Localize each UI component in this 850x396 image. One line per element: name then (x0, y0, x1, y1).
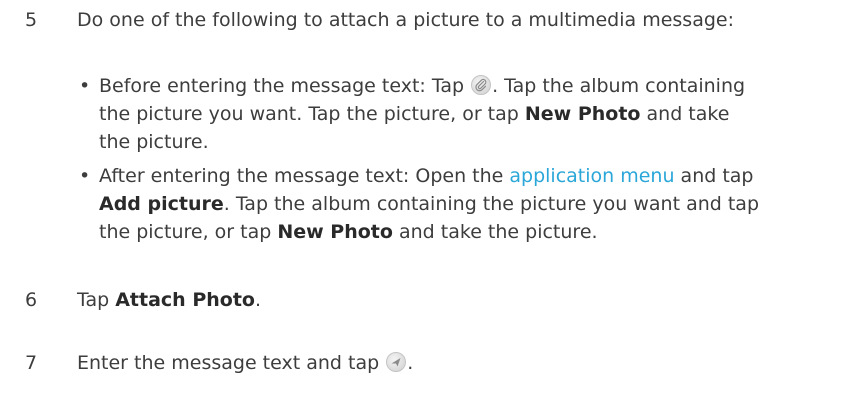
bullet-text: Before entering the message text: Tap . … (99, 72, 844, 156)
paperclip-icon[interactable] (471, 75, 492, 95)
text-segment: Enter the message text and tap (77, 352, 386, 374)
application-menu-link[interactable]: application menu (509, 165, 674, 187)
text-segment: . Tap the album containing (492, 75, 746, 97)
bullet-line: the picture, or tap New Photo and take t… (99, 218, 844, 246)
bullet-line: the picture. (99, 131, 209, 153)
step-text: Do one of the following to attach a pict… (77, 9, 734, 31)
send-icon[interactable] (386, 352, 407, 372)
text-segment: and take the picture. (392, 221, 598, 243)
bullet-line: Add picture. Tap the album containing th… (99, 190, 844, 218)
new-photo-label: New Photo (524, 103, 641, 125)
add-picture-label: Add picture (99, 193, 224, 215)
text-segment: . (254, 289, 262, 311)
text-segment: the picture you want. Tap the picture, o… (99, 103, 525, 125)
text-segment: the picture, or tap (99, 221, 278, 243)
text-segment: . (407, 352, 414, 374)
new-photo-label: New Photo (277, 221, 393, 243)
step-text: Enter the message text and tap . (77, 349, 413, 377)
attach-photo-label: Attach Photo (115, 289, 255, 311)
bullet-line: After entering the message text: Open th… (99, 162, 844, 190)
text-segment: After entering the message text: Open th… (99, 165, 510, 187)
bullet-dot: • (79, 75, 91, 97)
text-segment: . Tap the album containing the picture y… (223, 193, 760, 215)
step-number: 7 (25, 352, 38, 374)
text-segment: Before entering the message text: Tap (99, 75, 471, 97)
bullet-line: Before entering the message text: Tap . … (99, 72, 844, 100)
bullet-line: the picture you want. Tap the picture, o… (99, 100, 844, 128)
text-segment: and take (640, 103, 730, 125)
text-segment: and tap (674, 165, 754, 187)
step-number: 6 (25, 289, 38, 311)
step-number: 5 (25, 9, 38, 31)
step-text: Tap Attach Photo. (77, 286, 261, 314)
bullet-dot: • (79, 165, 91, 187)
text-segment: Tap (77, 289, 116, 311)
bullet-text: After entering the message text: Open th… (99, 162, 844, 246)
